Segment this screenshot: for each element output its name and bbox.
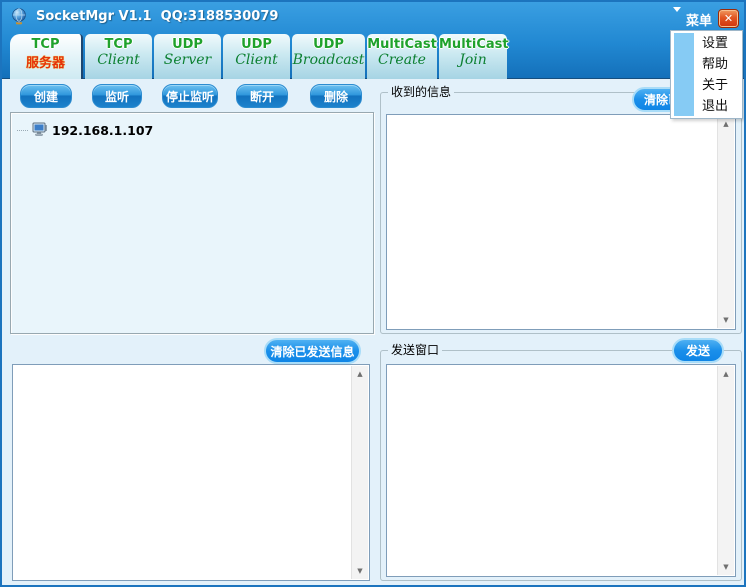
menu-item-settings[interactable]: 设置: [671, 33, 742, 54]
tab-tcp-client[interactable]: TCP Client: [85, 34, 152, 79]
sent-scrollbar[interactable]: ▲ ▼: [351, 366, 368, 579]
tab-multicast-create[interactable]: MultiCast Create: [367, 34, 437, 79]
listen-button[interactable]: 监听: [92, 84, 142, 108]
menu-button-label: 菜单: [686, 10, 712, 29]
window-title: SocketMgr V1.1 QQ:3188530079: [36, 9, 278, 24]
create-button[interactable]: 创建: [20, 84, 72, 108]
clear-sent-button[interactable]: 清除已发送信息: [264, 338, 361, 364]
disconnect-button[interactable]: 断开: [236, 84, 288, 108]
scroll-down-icon[interactable]: ▼: [352, 563, 368, 579]
tab-strip: TCP 服务器 TCP Client UDP Server UDP Client…: [10, 34, 507, 79]
send-button[interactable]: 发送: [672, 338, 724, 363]
tab-udp-broadcast[interactable]: UDP Broadcast: [292, 34, 365, 79]
tree-connector: [17, 130, 28, 131]
menu-button[interactable]: 菜单: [673, 10, 712, 28]
sent-textarea[interactable]: ▲ ▼: [12, 364, 370, 581]
stop-listen-button[interactable]: 停止监听: [162, 84, 218, 108]
app-window: SocketMgr V1.1 QQ:3188530079 菜单 ✕ TCP 服务…: [0, 0, 746, 587]
header: SocketMgr V1.1 QQ:3188530079 菜单 ✕ TCP 服务…: [2, 2, 744, 79]
menu-item-exit[interactable]: 退出: [671, 96, 742, 117]
app-globe-icon: [10, 8, 28, 26]
send-textarea[interactable]: ▲ ▼: [386, 364, 736, 577]
tab-multicast-join[interactable]: MultiCast Join: [439, 34, 507, 79]
send-scrollbar[interactable]: ▲ ▼: [717, 366, 734, 575]
menu-item-about[interactable]: 关于: [671, 75, 742, 96]
tree-item-label: 192.168.1.107: [52, 123, 153, 138]
close-icon[interactable]: ✕: [718, 9, 739, 28]
menu-item-help[interactable]: 帮助: [671, 54, 742, 75]
scroll-down-icon[interactable]: ▼: [718, 312, 734, 328]
menu-dropdown: 设置 帮助 关于 退出: [670, 30, 743, 119]
tree-item-host[interactable]: 192.168.1.107: [17, 121, 153, 140]
tab-udp-client[interactable]: UDP Client: [223, 34, 290, 79]
scroll-up-icon[interactable]: ▲: [718, 366, 734, 382]
received-scrollbar[interactable]: ▲ ▼: [717, 116, 734, 328]
tab-udp-server[interactable]: UDP Server: [154, 34, 221, 79]
tab-tcp-server[interactable]: TCP 服务器: [10, 34, 83, 79]
computer-icon: [32, 121, 48, 140]
send-group-label: 发送窗口: [388, 343, 442, 357]
menu-items: 设置 帮助 关于 退出: [671, 33, 742, 117]
menu-dropdown-icon: [673, 12, 682, 27]
scroll-down-icon[interactable]: ▼: [718, 559, 734, 575]
scroll-up-icon[interactable]: ▲: [352, 366, 368, 382]
connection-tree[interactable]: 192.168.1.107: [10, 112, 374, 334]
delete-button[interactable]: 删除: [310, 84, 362, 108]
titlebar: SocketMgr V1.1 QQ:3188530079 菜单 ✕: [2, 2, 744, 32]
received-textarea[interactable]: ▲ ▼: [386, 114, 736, 330]
received-group-label: 收到的信息: [388, 85, 454, 99]
